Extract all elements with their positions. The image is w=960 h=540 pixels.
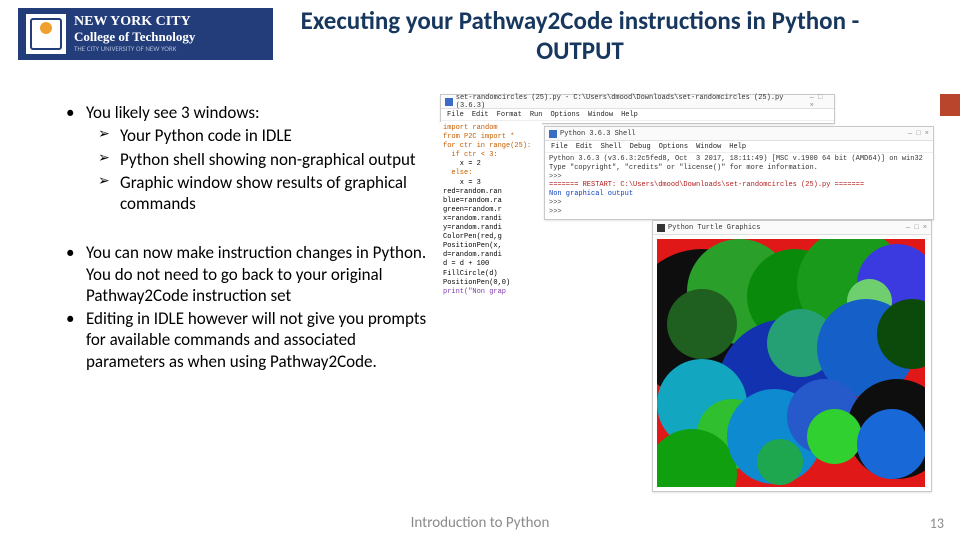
shell-window: Python 3.6.3 Shell — □ × File Edit Shell… [544,126,934,220]
turtle-window: Python Turtle Graphics — □ × [652,220,932,492]
idle-menubar: File Edit Format Run Options Window Help [441,109,834,121]
menu-shell: Shell [601,143,622,151]
idle-title: set-randomcircles (25).py - C:\Users\dmo… [456,94,807,110]
bullet-graphic: Graphic window show results of graphical… [58,172,428,215]
footer-title: Introduction to Python [0,514,960,532]
logo-line2: College of Technology [74,30,195,44]
menu-window: Window [696,143,721,151]
menu-options: Options [550,111,579,119]
menu-window: Window [588,111,613,119]
bullet-changes: You can now make instruction changes in … [58,242,428,306]
turtle-canvas [657,239,925,487]
menu-edit: Edit [472,111,489,119]
close-icon: — □ × [810,94,830,110]
shell-menubar: File Edit Shell Debug Options Window Hel… [545,141,933,153]
bullet-windows: You likely see 3 windows: [58,102,428,123]
turtle-title: Python Turtle Graphics [668,224,760,232]
menu-run: Run [530,111,543,119]
bullet-shell: Python shell showing non-graphical outpu… [58,149,428,170]
close-icon: — □ × [906,224,927,232]
shell-title: Python 3.6.3 Shell [560,130,636,138]
menu-format: Format [497,111,522,119]
close-icon: — □ × [908,130,929,138]
turtle-icon [657,224,665,232]
bullet-idle: Your Python code in IDLE [58,125,428,146]
slide-title: Executing your Pathway2Code instructions… [300,6,860,66]
shell-output: Python 3.6.3 (v3.6.3:2c5fed8, Oct 3 2017… [545,153,933,218]
menu-help: Help [621,111,638,119]
page-number: 13 [930,515,944,532]
idle-window: set-randomcircles (25).py - C:\Users\dmo… [440,94,835,124]
python-icon [445,98,453,106]
logo-badge [26,14,66,54]
menu-file: File [447,111,464,119]
college-logo: NEW YORK CITY College of Technology THE … [18,8,273,60]
bullet-editing: Editing in IDLE however will not give yo… [58,308,428,372]
logo-line1: NEW YORK CITY [74,15,195,30]
slide-body: You likely see 3 windows: Your Python co… [58,102,428,374]
python-icon [549,130,557,138]
menu-edit: Edit [576,143,593,151]
logo-line3: THE CITY UNIVERSITY OF NEW YORK [74,45,195,52]
menu-help: Help [729,143,746,151]
menu-options: Options [659,143,688,151]
menu-debug: Debug [630,143,651,151]
office-tellme: Tell me wh [940,94,960,116]
screenshot-mock: set-randomcircles (25).py - C:\Users\dmo… [440,94,950,494]
menu-file: File [551,143,568,151]
code-panel: import randomfrom P2C import *for ctr in… [440,122,542,332]
